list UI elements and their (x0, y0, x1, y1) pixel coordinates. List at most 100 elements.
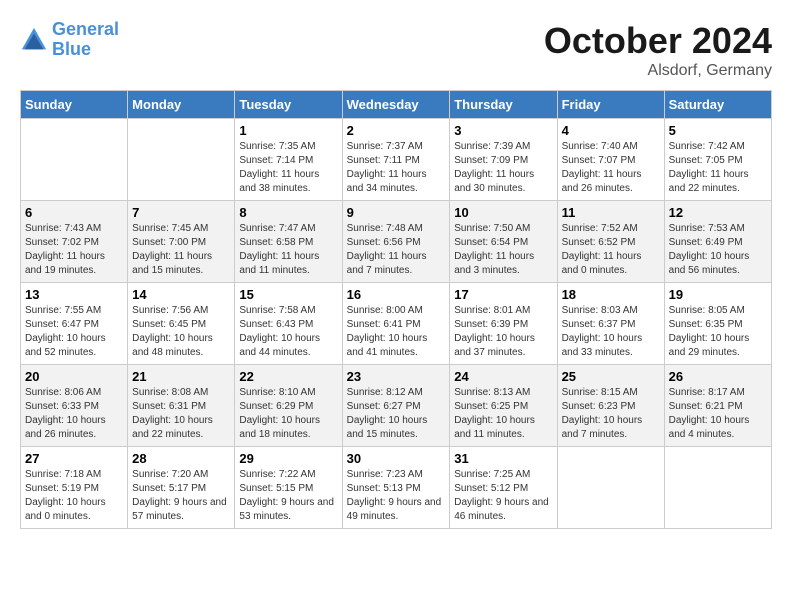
day-cell: 22Sunrise: 8:10 AMSunset: 6:29 PMDayligh… (235, 365, 342, 447)
day-cell: 19Sunrise: 8:05 AMSunset: 6:35 PMDayligh… (664, 283, 771, 365)
day-number: 3 (454, 123, 552, 138)
day-cell: 25Sunrise: 8:15 AMSunset: 6:23 PMDayligh… (557, 365, 664, 447)
day-number: 6 (25, 205, 123, 220)
header-cell-sunday: Sunday (21, 91, 128, 119)
day-info: Sunrise: 8:17 AMSunset: 6:21 PMDaylight:… (669, 386, 767, 442)
day-info: Sunrise: 7:48 AMSunset: 6:56 PMDaylight:… (347, 222, 446, 278)
day-cell: 2 Sunrise: 7:37 AMSunset: 7:11 PMDaylight… (342, 119, 450, 201)
day-info: Sunrise: 8:01 AMSunset: 6:39 PMDaylight:… (454, 304, 552, 360)
day-info: Sunrise: 8:10 AMSunset: 6:29 PMDaylight:… (239, 386, 337, 442)
day-info: Sunrise: 7:40 AMSunset: 7:07 PMDaylight:… (562, 140, 660, 196)
day-cell: 21 Sunrise: 8:08 AMSunset: 6:31 PMDayligh… (128, 365, 235, 447)
day-number: 15 (239, 287, 337, 302)
title-block: October 2024 Alsdorf, Germany (544, 20, 772, 80)
header-cell-monday: Monday (128, 91, 235, 119)
day-cell: 28 Sunrise: 7:20 AMSunset: 5:17 PMDayligh… (128, 447, 235, 529)
day-info: Sunrise: 8:13 AMSunset: 6:25 PMDaylight:… (454, 386, 552, 442)
day-info: Sunrise: 7:56 AMSunset: 6:45 PMDaylight:… (132, 304, 230, 360)
day-number: 31 (454, 451, 552, 466)
day-cell (557, 447, 664, 529)
day-info: Sunrise: 7:37 AMSunset: 7:11 PMDaylight:… (347, 140, 446, 196)
day-info: Sunrise: 7:52 AMSunset: 6:52 PMDaylight:… (562, 222, 660, 278)
day-number: 21 (132, 369, 230, 384)
day-cell: 24 Sunrise: 8:13 AMSunset: 6:25 PMDayligh… (450, 365, 557, 447)
location: Alsdorf, Germany (544, 62, 772, 80)
day-cell: 1Sunrise: 7:35 AMSunset: 7:14 PMDaylight… (235, 119, 342, 201)
day-cell: 18 Sunrise: 8:03 AMSunset: 6:37 PMDayligh… (557, 283, 664, 365)
day-cell: 8 Sunrise: 7:47 AMSunset: 6:58 PMDaylight… (235, 201, 342, 283)
header-row: SundayMondayTuesdayWednesdayThursdayFrid… (21, 91, 772, 119)
day-cell: 9 Sunrise: 7:48 AMSunset: 6:56 PMDaylight… (342, 201, 450, 283)
day-cell: 27Sunrise: 7:18 AMSunset: 5:19 PMDayligh… (21, 447, 128, 529)
day-info: Sunrise: 7:39 AMSunset: 7:09 PMDaylight:… (454, 140, 552, 196)
day-cell (664, 447, 771, 529)
day-cell (21, 119, 128, 201)
day-number: 12 (669, 205, 767, 220)
day-info: Sunrise: 7:22 AMSunset: 5:15 PMDaylight:… (239, 468, 337, 524)
day-number: 2 (347, 123, 446, 138)
day-cell: 12 Sunrise: 7:53 AMSunset: 6:49 PMDayligh… (664, 201, 771, 283)
day-number: 29 (239, 451, 337, 466)
week-row-3: 13 Sunrise: 7:55 AMSunset: 6:47 PMDayligh… (21, 283, 772, 365)
day-number: 24 (454, 369, 552, 384)
header-cell-wednesday: Wednesday (342, 91, 450, 119)
day-info: Sunrise: 8:00 AMSunset: 6:41 PMDaylight:… (347, 304, 446, 360)
day-info: Sunrise: 7:45 AMSunset: 7:00 PMDaylight:… (132, 222, 230, 278)
day-number: 4 (562, 123, 660, 138)
day-cell: 3 Sunrise: 7:39 AMSunset: 7:09 PMDaylight… (450, 119, 557, 201)
day-number: 14 (132, 287, 230, 302)
day-info: Sunrise: 8:12 AMSunset: 6:27 PMDaylight:… (347, 386, 446, 442)
day-info: Sunrise: 7:47 AMSunset: 6:58 PMDaylight:… (239, 222, 337, 278)
day-info: Sunrise: 7:20 AMSunset: 5:17 PMDaylight:… (132, 468, 230, 524)
day-number: 16 (347, 287, 446, 302)
day-number: 25 (562, 369, 660, 384)
day-cell: 29 Sunrise: 7:22 AMSunset: 5:15 PMDayligh… (235, 447, 342, 529)
day-number: 28 (132, 451, 230, 466)
day-number: 26 (669, 369, 767, 384)
day-cell: 17 Sunrise: 8:01 AMSunset: 6:39 PMDayligh… (450, 283, 557, 365)
day-info: Sunrise: 8:03 AMSunset: 6:37 PMDaylight:… (562, 304, 660, 360)
day-number: 10 (454, 205, 552, 220)
day-cell (128, 119, 235, 201)
header-cell-saturday: Saturday (664, 91, 771, 119)
day-cell: 5Sunrise: 7:42 AMSunset: 7:05 PMDaylight… (664, 119, 771, 201)
day-number: 27 (25, 451, 123, 466)
week-row-2: 6 Sunrise: 7:43 AMSunset: 7:02 PMDaylight… (21, 201, 772, 283)
day-cell: 6 Sunrise: 7:43 AMSunset: 7:02 PMDaylight… (21, 201, 128, 283)
day-info: Sunrise: 7:43 AMSunset: 7:02 PMDaylight:… (25, 222, 123, 278)
day-cell: 11Sunrise: 7:52 AMSunset: 6:52 PMDayligh… (557, 201, 664, 283)
day-cell: 30Sunrise: 7:23 AMSunset: 5:13 PMDayligh… (342, 447, 450, 529)
day-cell: 26 Sunrise: 8:17 AMSunset: 6:21 PMDayligh… (664, 365, 771, 447)
day-info: Sunrise: 7:25 AMSunset: 5:12 PMDaylight:… (454, 468, 552, 524)
day-info: Sunrise: 7:53 AMSunset: 6:49 PMDaylight:… (669, 222, 767, 278)
day-cell: 20 Sunrise: 8:06 AMSunset: 6:33 PMDayligh… (21, 365, 128, 447)
day-info: Sunrise: 7:58 AMSunset: 6:43 PMDaylight:… (239, 304, 337, 360)
day-number: 20 (25, 369, 123, 384)
day-number: 18 (562, 287, 660, 302)
day-number: 7 (132, 205, 230, 220)
day-cell: 23Sunrise: 8:12 AMSunset: 6:27 PMDayligh… (342, 365, 450, 447)
day-cell: 13 Sunrise: 7:55 AMSunset: 6:47 PMDayligh… (21, 283, 128, 365)
day-info: Sunrise: 8:05 AMSunset: 6:35 PMDaylight:… (669, 304, 767, 360)
day-info: Sunrise: 7:55 AMSunset: 6:47 PMDaylight:… (25, 304, 123, 360)
day-cell: 4 Sunrise: 7:40 AMSunset: 7:07 PMDaylight… (557, 119, 664, 201)
day-cell: 7 Sunrise: 7:45 AMSunset: 7:00 PMDaylight… (128, 201, 235, 283)
day-info: Sunrise: 7:50 AMSunset: 6:54 PMDaylight:… (454, 222, 552, 278)
day-cell: 14 Sunrise: 7:56 AMSunset: 6:45 PMDayligh… (128, 283, 235, 365)
day-number: 8 (239, 205, 337, 220)
day-number: 9 (347, 205, 446, 220)
header-cell-friday: Friday (557, 91, 664, 119)
logo-text: General Blue (52, 20, 119, 60)
day-number: 5 (669, 123, 767, 138)
logo-icon (20, 26, 48, 54)
header-cell-tuesday: Tuesday (235, 91, 342, 119)
week-row-1: 1Sunrise: 7:35 AMSunset: 7:14 PMDaylight… (21, 119, 772, 201)
week-row-5: 27Sunrise: 7:18 AMSunset: 5:19 PMDayligh… (21, 447, 772, 529)
day-number: 13 (25, 287, 123, 302)
day-info: Sunrise: 8:06 AMSunset: 6:33 PMDaylight:… (25, 386, 123, 442)
day-info: Sunrise: 8:08 AMSunset: 6:31 PMDaylight:… (132, 386, 230, 442)
day-number: 17 (454, 287, 552, 302)
day-cell: 31 Sunrise: 7:25 AMSunset: 5:12 PMDayligh… (450, 447, 557, 529)
day-info: Sunrise: 7:35 AMSunset: 7:14 PMDaylight:… (239, 140, 337, 196)
day-cell: 10 Sunrise: 7:50 AMSunset: 6:54 PMDayligh… (450, 201, 557, 283)
